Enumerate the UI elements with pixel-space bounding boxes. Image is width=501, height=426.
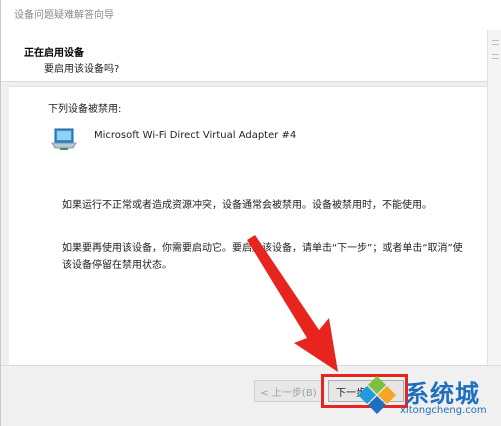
disabled-explanation-text: 如果运行不正常或者造成资源冲突，设备通常会被禁用。设备被禁用时，不能使用。	[62, 200, 432, 211]
wizard-window: 设备问题疑难解答向导 正在启用设备 要启用该设备吗? 下列设备被禁用: Micr…	[0, 0, 501, 426]
wizard-header: 正在启用设备 要启用该设备吗?	[1, 30, 487, 82]
scroll-mark	[492, 44, 499, 45]
enable-instructions-text: 如果要再使用该设备，你需要启动它。要启用该设备，请单击“下一步”；或者单击“取消…	[62, 243, 463, 271]
header-title: 正在启用设备	[24, 48, 84, 59]
side-scrollbar	[487, 30, 501, 365]
wizard-content-panel	[9, 86, 487, 365]
network-adapter-icon	[51, 128, 77, 150]
watermark-url: xitongcheng.com	[400, 405, 487, 416]
scroll-mark	[492, 40, 499, 41]
scroll-mark	[492, 54, 499, 55]
device-name: Microsoft Wi-Fi Direct Virtual Adapter #…	[94, 130, 297, 141]
scroll-mark	[492, 58, 499, 59]
title-bar: 设备问题疑难解答向导	[1, 0, 501, 30]
header-subtitle: 要启用该设备吗?	[44, 64, 120, 75]
disabled-devices-label: 下列设备被禁用:	[48, 104, 122, 115]
back-button[interactable]: < 上一步(B)	[254, 380, 323, 402]
watermark-brand: 系统城	[405, 380, 480, 408]
watermark-logo-icon	[358, 376, 396, 414]
window-title: 设备问题疑难解答向导	[14, 10, 114, 21]
